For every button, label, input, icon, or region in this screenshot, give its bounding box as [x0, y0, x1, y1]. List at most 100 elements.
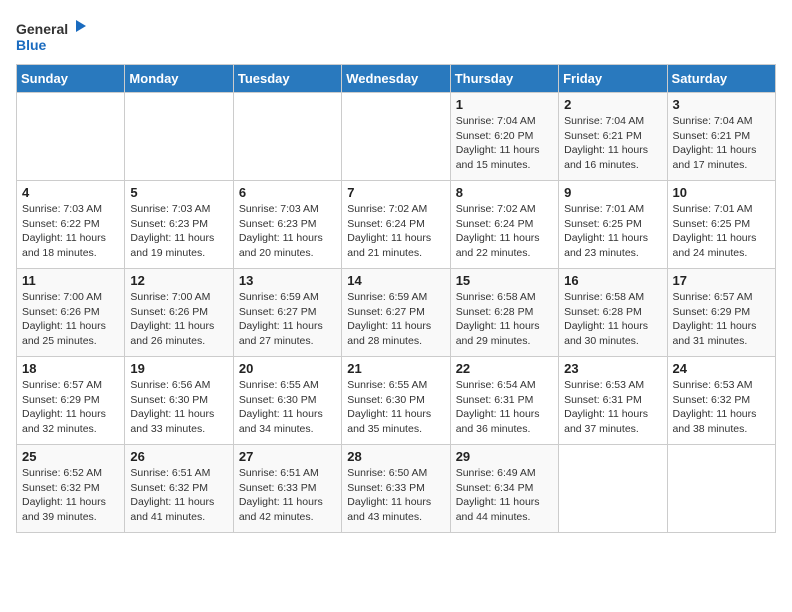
day-number: 22: [456, 361, 553, 376]
day-cell: 15 Sunrise: 6:58 AMSunset: 6:28 PMDayligh…: [450, 269, 558, 357]
day-info: Sunrise: 7:04 AMSunset: 6:21 PMDaylight:…: [673, 114, 770, 173]
day-cell: [342, 93, 450, 181]
day-cell: [233, 93, 341, 181]
day-info: Sunrise: 6:53 AMSunset: 6:32 PMDaylight:…: [673, 378, 770, 437]
day-info: Sunrise: 7:04 AMSunset: 6:20 PMDaylight:…: [456, 114, 553, 173]
day-info: Sunrise: 7:01 AMSunset: 6:25 PMDaylight:…: [673, 202, 770, 261]
day-info: Sunrise: 7:01 AMSunset: 6:25 PMDaylight:…: [564, 202, 661, 261]
day-cell: 17Sunrise: 6:57 AMSunset: 6:29 PMDayligh…: [667, 269, 775, 357]
day-number: 13: [239, 273, 336, 288]
day-number: 19: [130, 361, 227, 376]
day-info: Sunrise: 6:57 AMSunset: 6:29 PMDaylight:…: [22, 378, 119, 437]
day-cell: 25Sunrise: 6:52 AMSunset: 6:32 PMDayligh…: [17, 445, 125, 533]
day-number: 9: [564, 185, 661, 200]
day-info: Sunrise: 6:53 AMSunset: 6:31 PMDaylight:…: [564, 378, 661, 437]
day-number: 26: [130, 449, 227, 464]
day-cell: 24 Sunrise: 6:53 AMSunset: 6:32 PMDayligh…: [667, 357, 775, 445]
day-cell: 20 Sunrise: 6:55 AMSunset: 6:30 PMDayligh…: [233, 357, 341, 445]
day-number: 18: [22, 361, 119, 376]
day-info: Sunrise: 6:59 AMSunset: 6:27 PMDaylight:…: [347, 290, 444, 349]
day-info: Sunrise: 7:00 AMSunset: 6:26 PMDaylight:…: [130, 290, 227, 349]
day-cell: [559, 445, 667, 533]
day-info: Sunrise: 6:49 AMSunset: 6:34 PMDaylight:…: [456, 466, 553, 525]
day-cell: 10 Sunrise: 7:01 AMSunset: 6:25 PMDayligh…: [667, 181, 775, 269]
day-cell: 1 Sunrise: 7:04 AMSunset: 6:20 PMDaylight…: [450, 93, 558, 181]
day-number: 25: [22, 449, 119, 464]
week-row-1: 4 Sunrise: 7:03 AMSunset: 6:22 PMDaylight…: [17, 181, 776, 269]
day-cell: 9 Sunrise: 7:01 AMSunset: 6:25 PMDaylight…: [559, 181, 667, 269]
week-row-2: 11 Sunrise: 7:00 AMSunset: 6:26 PMDayligh…: [17, 269, 776, 357]
day-number: 3: [673, 97, 770, 112]
day-cell: 6 Sunrise: 7:03 AMSunset: 6:23 PMDaylight…: [233, 181, 341, 269]
day-cell: 4 Sunrise: 7:03 AMSunset: 6:22 PMDaylight…: [17, 181, 125, 269]
day-info: Sunrise: 6:58 AMSunset: 6:28 PMDaylight:…: [456, 290, 553, 349]
day-number: 20: [239, 361, 336, 376]
week-row-0: 1 Sunrise: 7:04 AMSunset: 6:20 PMDaylight…: [17, 93, 776, 181]
day-info: Sunrise: 7:04 AMSunset: 6:21 PMDaylight:…: [564, 114, 661, 173]
day-info: Sunrise: 6:56 AMSunset: 6:30 PMDaylight:…: [130, 378, 227, 437]
day-number: 16: [564, 273, 661, 288]
day-number: 27: [239, 449, 336, 464]
day-cell: 27 Sunrise: 6:51 AMSunset: 6:33 PMDayligh…: [233, 445, 341, 533]
day-cell: 29Sunrise: 6:49 AMSunset: 6:34 PMDayligh…: [450, 445, 558, 533]
day-cell: 28Sunrise: 6:50 AMSunset: 6:33 PMDayligh…: [342, 445, 450, 533]
day-number: 1: [456, 97, 553, 112]
day-info: Sunrise: 7:03 AMSunset: 6:23 PMDaylight:…: [130, 202, 227, 261]
calendar-header-row: SundayMondayTuesdayWednesdayThursdayFrid…: [17, 65, 776, 93]
day-cell: [17, 93, 125, 181]
page-header: General Blue: [16, 16, 776, 56]
day-cell: 12 Sunrise: 7:00 AMSunset: 6:26 PMDayligh…: [125, 269, 233, 357]
day-cell: 23 Sunrise: 6:53 AMSunset: 6:31 PMDayligh…: [559, 357, 667, 445]
col-header-monday: Monday: [125, 65, 233, 93]
logo-svg: General Blue: [16, 16, 86, 56]
day-number: 2: [564, 97, 661, 112]
day-cell: 8 Sunrise: 7:02 AMSunset: 6:24 PMDaylight…: [450, 181, 558, 269]
day-info: Sunrise: 7:03 AMSunset: 6:22 PMDaylight:…: [22, 202, 119, 261]
day-cell: 26 Sunrise: 6:51 AMSunset: 6:32 PMDayligh…: [125, 445, 233, 533]
day-number: 24: [673, 361, 770, 376]
day-number: 23: [564, 361, 661, 376]
calendar-table: SundayMondayTuesdayWednesdayThursdayFrid…: [16, 64, 776, 533]
day-number: 4: [22, 185, 119, 200]
day-info: Sunrise: 6:51 AMSunset: 6:33 PMDaylight:…: [239, 466, 336, 525]
col-header-wednesday: Wednesday: [342, 65, 450, 93]
week-row-3: 18 Sunrise: 6:57 AMSunset: 6:29 PMDayligh…: [17, 357, 776, 445]
day-info: Sunrise: 6:51 AMSunset: 6:32 PMDaylight:…: [130, 466, 227, 525]
day-cell: 22 Sunrise: 6:54 AMSunset: 6:31 PMDayligh…: [450, 357, 558, 445]
day-number: 11: [22, 273, 119, 288]
col-header-tuesday: Tuesday: [233, 65, 341, 93]
day-cell: [667, 445, 775, 533]
day-info: Sunrise: 6:57 AMSunset: 6:29 PMDaylight:…: [673, 290, 770, 349]
day-cell: 5 Sunrise: 7:03 AMSunset: 6:23 PMDaylight…: [125, 181, 233, 269]
col-header-sunday: Sunday: [17, 65, 125, 93]
day-info: Sunrise: 6:55 AMSunset: 6:30 PMDaylight:…: [239, 378, 336, 437]
day-number: 21: [347, 361, 444, 376]
day-cell: 18 Sunrise: 6:57 AMSunset: 6:29 PMDayligh…: [17, 357, 125, 445]
day-number: 6: [239, 185, 336, 200]
day-info: Sunrise: 7:00 AMSunset: 6:26 PMDaylight:…: [22, 290, 119, 349]
day-info: Sunrise: 7:02 AMSunset: 6:24 PMDaylight:…: [347, 202, 444, 261]
day-info: Sunrise: 7:02 AMSunset: 6:24 PMDaylight:…: [456, 202, 553, 261]
day-cell: 11 Sunrise: 7:00 AMSunset: 6:26 PMDayligh…: [17, 269, 125, 357]
day-number: 12: [130, 273, 227, 288]
day-cell: 21Sunrise: 6:55 AMSunset: 6:30 PMDayligh…: [342, 357, 450, 445]
day-info: Sunrise: 6:54 AMSunset: 6:31 PMDaylight:…: [456, 378, 553, 437]
day-cell: 13Sunrise: 6:59 AMSunset: 6:27 PMDayligh…: [233, 269, 341, 357]
svg-text:General: General: [16, 21, 68, 37]
day-number: 10: [673, 185, 770, 200]
day-info: Sunrise: 6:58 AMSunset: 6:28 PMDaylight:…: [564, 290, 661, 349]
day-cell: 2 Sunrise: 7:04 AMSunset: 6:21 PMDaylight…: [559, 93, 667, 181]
col-header-thursday: Thursday: [450, 65, 558, 93]
day-info: Sunrise: 7:03 AMSunset: 6:23 PMDaylight:…: [239, 202, 336, 261]
day-cell: 3 Sunrise: 7:04 AMSunset: 6:21 PMDaylight…: [667, 93, 775, 181]
day-info: Sunrise: 6:50 AMSunset: 6:33 PMDaylight:…: [347, 466, 444, 525]
logo: General Blue: [16, 16, 86, 56]
day-number: 8: [456, 185, 553, 200]
week-row-4: 25Sunrise: 6:52 AMSunset: 6:32 PMDayligh…: [17, 445, 776, 533]
svg-text:Blue: Blue: [16, 37, 47, 53]
day-cell: 7 Sunrise: 7:02 AMSunset: 6:24 PMDaylight…: [342, 181, 450, 269]
day-number: 5: [130, 185, 227, 200]
day-cell: 16 Sunrise: 6:58 AMSunset: 6:28 PMDayligh…: [559, 269, 667, 357]
day-number: 15: [456, 273, 553, 288]
day-number: 7: [347, 185, 444, 200]
